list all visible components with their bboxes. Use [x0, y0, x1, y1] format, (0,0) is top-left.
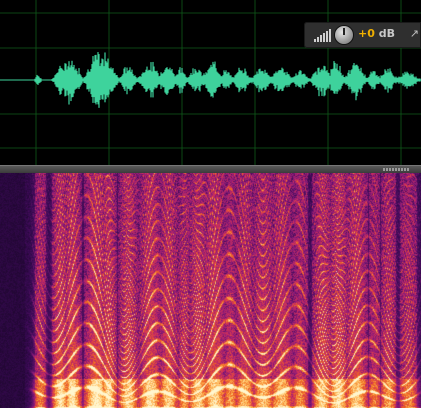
gain-value: 0 — [367, 27, 375, 40]
gain-sign: + — [358, 27, 368, 40]
waveform-panel[interactable]: +0 dB ↗ — [0, 0, 421, 165]
volume-knob-icon[interactable] — [335, 26, 353, 44]
gain-hud[interactable]: +0 dB ↗ — [304, 22, 421, 48]
gain-readout[interactable]: +0 dB — [358, 27, 395, 40]
spectrogram-panel[interactable] — [0, 173, 421, 408]
level-meter-icon — [314, 29, 331, 42]
splitter-grip-icon[interactable] — [383, 168, 409, 171]
pin-icon[interactable]: ↗ — [410, 27, 419, 40]
panel-splitter[interactable] — [0, 165, 421, 173]
gain-unit: dB — [378, 27, 395, 40]
spectrogram-display[interactable] — [0, 173, 421, 408]
